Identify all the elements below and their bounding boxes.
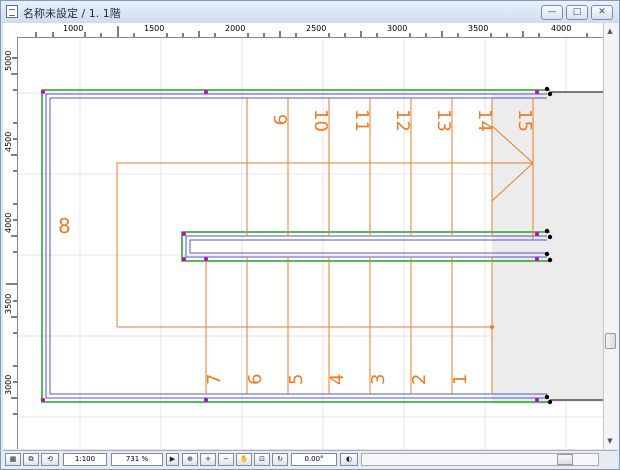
scroll-up-arrow-icon[interactable]: ▲ xyxy=(604,25,616,37)
shade-lower xyxy=(492,238,552,404)
maximize-button[interactable]: □ xyxy=(566,5,588,20)
ruler-label-4000: 4000 xyxy=(551,24,572,33)
zoom-out-icon[interactable]: − xyxy=(218,453,234,466)
horizontal-ruler: 1000 1500 2000 2500 3000 3500 4000 xyxy=(17,23,603,38)
step-number-13: 13 xyxy=(433,109,454,132)
horizontal-scrollbar[interactable] xyxy=(361,453,599,466)
preview-icon[interactable]: ⧉ xyxy=(23,453,39,466)
horizontal-scroll-thumb[interactable] xyxy=(557,454,573,465)
step-number-12: 12 xyxy=(392,109,413,132)
ruler-label-3500: 3500 xyxy=(4,293,13,314)
orientation-icon[interactable]: ◐ xyxy=(340,453,358,466)
close-button[interactable]: ✕ xyxy=(591,5,613,20)
step-number-7: 7 xyxy=(204,374,225,385)
ruler-label-3500: 3500 xyxy=(468,24,489,33)
zoom-field[interactable]: 731 % xyxy=(111,453,163,466)
ruler-label-4000: 4000 xyxy=(4,212,13,233)
stair-plan: 9 10 11 12 13 14 15 7 6 5 4 3 2 1 8 xyxy=(18,38,603,449)
ruler-label-3000: 3000 xyxy=(4,374,13,395)
layout-icon[interactable]: ▦ xyxy=(5,453,21,466)
drawing-canvas[interactable]: 9 10 11 12 13 14 15 7 6 5 4 3 2 1 8 xyxy=(18,38,603,449)
scroll-down-arrow-icon[interactable]: ▼ xyxy=(604,435,616,447)
step-number-14: 14 xyxy=(474,109,495,132)
stair-outline xyxy=(41,89,550,403)
ruler-label-2500: 2500 xyxy=(306,24,327,33)
ruler-label-1500: 1500 xyxy=(144,24,165,33)
step-number-5: 5 xyxy=(286,374,307,385)
vertical-ruler: 5000 4500 4000 3500 3000 xyxy=(3,37,18,449)
drawing-file-icon xyxy=(6,5,18,18)
angle-field[interactable]: 0.00° xyxy=(291,453,337,466)
ruler-label-3000: 3000 xyxy=(387,24,408,33)
step-number-3: 3 xyxy=(368,374,389,385)
step-number-4: 4 xyxy=(327,374,348,385)
ruler-label-4500: 4500 xyxy=(4,131,13,152)
scale-field[interactable]: 1:100 xyxy=(63,453,107,466)
window-title: 名称未設定 / 1. 1階 xyxy=(23,7,121,20)
step-number-9: 9 xyxy=(269,114,290,125)
shade-right xyxy=(552,92,603,402)
stair-inner-lines xyxy=(45,93,547,399)
rotate-icon[interactable]: ↻ xyxy=(272,453,288,466)
ruler-label-5000: 5000 xyxy=(4,50,13,71)
ruler-label-1000: 1000 xyxy=(63,24,84,33)
minimize-button[interactable]: — xyxy=(541,5,563,20)
zoom-menu-arrow-icon[interactable]: ▶ xyxy=(166,453,179,466)
step-number-2: 2 xyxy=(409,374,430,385)
step-number-1: 1 xyxy=(450,374,471,385)
ruler-label-2000: 2000 xyxy=(225,24,246,33)
redraw-icon[interactable]: ⟲ xyxy=(41,453,59,466)
pan-icon[interactable]: ✋ xyxy=(236,453,252,466)
step-numbers: 9 10 11 12 13 14 15 7 6 5 4 3 2 1 8 xyxy=(58,109,535,385)
landing-number-8: 8 xyxy=(58,214,71,238)
step-number-11: 11 xyxy=(351,109,372,132)
drawing-window: 名称未設定 / 1. 1階 — □ ✕ 1000 1500 2000 2500 … xyxy=(0,0,620,470)
step-number-15: 15 xyxy=(514,109,535,132)
vertical-scroll-thumb[interactable] xyxy=(605,333,616,349)
hotspots-magenta xyxy=(41,90,539,402)
fit-icon[interactable]: ⊡ xyxy=(254,453,270,466)
ruler-corner xyxy=(3,23,18,38)
vertical-scrollbar[interactable]: ▲ ▼ xyxy=(603,23,618,449)
step-number-6: 6 xyxy=(245,374,266,385)
walkline xyxy=(116,98,534,328)
zoom-in-icon[interactable]: + xyxy=(200,453,216,466)
status-bar: ▦ ⧉ ⟲ 1:100 731 % ▶ ⊕ + − ✋ ⊡ ↻ 0.00° ◐ xyxy=(3,450,617,469)
step-number-10: 10 xyxy=(310,109,331,132)
zoom-area-icon[interactable]: ⊕ xyxy=(182,453,198,466)
title-bar[interactable]: 名称未設定 / 1. 1階 — □ ✕ xyxy=(1,1,619,23)
step-lines-lower xyxy=(205,257,493,394)
